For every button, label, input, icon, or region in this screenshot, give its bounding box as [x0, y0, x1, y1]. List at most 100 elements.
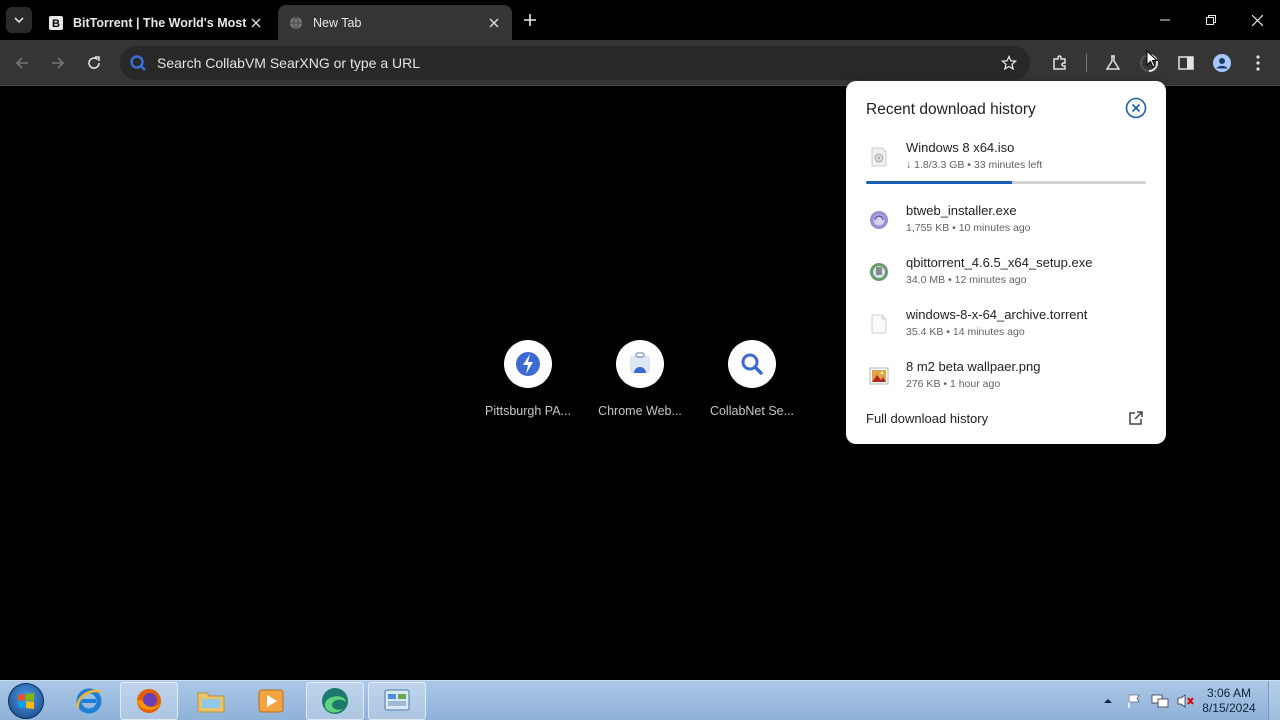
clock-time: 3:06 AM	[1206, 686, 1252, 700]
taskbar-media-player[interactable]	[242, 682, 300, 720]
qbittorrent-installer-icon	[868, 261, 890, 283]
forward-button[interactable]	[46, 51, 70, 75]
taskbar-edge[interactable]	[306, 682, 364, 720]
close-window-button[interactable]	[1234, 0, 1280, 40]
clock-date: 8/15/2024	[1202, 701, 1256, 715]
control-panel-icon	[384, 689, 410, 711]
back-button[interactable]	[10, 51, 34, 75]
kebab-menu-icon	[1256, 55, 1260, 71]
download-file-meta: 34.0 MB • 12 minutes ago	[906, 274, 1027, 286]
shortcut-label: CollabNet Se...	[709, 404, 795, 418]
action-center-flag-icon[interactable]	[1124, 691, 1144, 711]
shortcut-label: Chrome Web...	[598, 404, 682, 418]
btweb-installer-icon	[868, 209, 890, 231]
close-tab-icon[interactable]	[486, 15, 502, 31]
search-engine-icon	[128, 53, 148, 73]
address-bar-placeholder: Search CollabVM SearXNG or type a URL	[157, 55, 420, 71]
media-player-icon	[258, 689, 284, 713]
plus-icon	[524, 14, 536, 26]
download-item[interactable]: 8 m2 beta wallpaer.png 276 KB • 1 hour a…	[866, 359, 1146, 399]
menu-button[interactable]	[1246, 51, 1270, 75]
restore-icon	[1206, 15, 1216, 25]
taskbar: 3:06 AM 8/15/2024	[0, 680, 1280, 720]
close-icon	[1251, 14, 1263, 26]
download-file-meta: 276 KB • 1 hour ago	[906, 378, 1001, 390]
bookmark-star-button[interactable]	[994, 48, 1024, 78]
taskbar-internet-explorer[interactable]	[60, 682, 118, 720]
avatar-icon	[1213, 54, 1231, 72]
globe-icon	[288, 15, 304, 31]
download-item[interactable]: qbittorrent_4.6.5_x64_setup.exe 34.0 MB …	[866, 255, 1146, 295]
open-in-new-icon[interactable]	[1126, 408, 1146, 428]
download-file-name: windows-8-x-64_archive.torrent	[906, 307, 1088, 322]
download-file-name: Windows 8 x64.iso	[906, 140, 1015, 155]
system-clock[interactable]: 3:06 AM 8/15/2024	[1196, 686, 1262, 716]
bittorrent-favicon-icon: B	[48, 15, 64, 31]
reload-button[interactable]	[82, 51, 106, 75]
download-file-name: qbittorrent_4.6.5_x64_setup.exe	[906, 255, 1093, 270]
chrome-web-store-icon	[616, 340, 664, 388]
flask-icon	[1105, 55, 1121, 70]
download-item[interactable]: windows-8-x-64_archive.torrent 35.4 KB •…	[866, 307, 1146, 347]
taskbar-firefox[interactable]	[120, 682, 178, 720]
address-bar[interactable]: Search CollabVM SearXNG or type a URL	[120, 46, 1030, 80]
close-tab-icon[interactable]	[248, 15, 264, 31]
back-arrow-icon	[15, 57, 28, 69]
download-item[interactable]: Windows 8 x64.iso ↓ 1.8/3.3 GB • 33 minu…	[866, 140, 1146, 180]
download-file-name: btweb_installer.exe	[906, 203, 1017, 218]
minimize-button[interactable]	[1142, 0, 1188, 40]
labs-button[interactable]	[1101, 51, 1125, 75]
download-bubble: Recent download history Windows 8 x64.is…	[846, 81, 1166, 444]
download-file-meta: 1,755 KB • 10 minutes ago	[906, 222, 1031, 234]
show-desktop-button[interactable]	[1268, 681, 1280, 720]
extensions-button[interactable]	[1048, 51, 1072, 75]
shortcut-label: Pittsburgh PA...	[485, 404, 571, 418]
full-download-history-link[interactable]: Full download history	[866, 411, 988, 426]
image-file-icon	[868, 365, 890, 387]
profile-button[interactable]	[1210, 51, 1234, 75]
folder-icon	[197, 692, 225, 713]
close-circle-icon	[1125, 97, 1147, 119]
download-file-name: 8 m2 beta wallpaer.png	[906, 359, 1041, 374]
tab-title: New Tab	[313, 15, 362, 30]
restore-button[interactable]	[1188, 0, 1234, 40]
download-bubble-close-button[interactable]	[1124, 96, 1148, 120]
tab-strip: B BitTorrent | The World's Most I New Ta…	[0, 0, 1280, 40]
taskbar-file-explorer[interactable]	[182, 682, 240, 720]
download-file-meta: ↓ 1.8/3.3 GB • 33 minutes left	[906, 159, 1043, 171]
forward-arrow-icon	[52, 57, 65, 69]
tab-search-button[interactable]	[6, 7, 32, 33]
download-item[interactable]: btweb_installer.exe 1,755 KB • 10 minute…	[866, 203, 1146, 243]
side-panel-button[interactable]	[1174, 51, 1198, 75]
chevron-down-icon	[14, 17, 24, 24]
mouse-cursor-icon	[1146, 50, 1158, 68]
side-panel-icon	[1178, 56, 1194, 70]
network-icon[interactable]	[1150, 691, 1170, 711]
windows-logo-icon	[18, 693, 34, 709]
show-hidden-icons-icon[interactable]	[1098, 691, 1118, 711]
tab-new-tab[interactable]: New Tab	[278, 5, 512, 40]
firefox-icon	[137, 689, 161, 713]
system-tray	[1098, 687, 1202, 715]
volume-muted-icon[interactable]	[1176, 691, 1196, 711]
reload-icon	[88, 56, 100, 69]
pittsburgh-icon	[504, 340, 552, 388]
download-progress-bar	[866, 181, 1146, 184]
start-button[interactable]	[8, 683, 44, 719]
toolbar-separator	[1086, 54, 1087, 72]
iso-file-icon	[868, 146, 890, 168]
star-icon	[1001, 55, 1017, 71]
taskbar-control-panel[interactable]	[368, 682, 426, 720]
internet-explorer-icon	[76, 688, 102, 714]
shortcut-chrome-web-store[interactable]: Chrome Web...	[584, 340, 696, 418]
screen: B BitTorrent | The World's Most I New Ta…	[0, 0, 1280, 720]
edge-icon	[322, 688, 348, 714]
download-file-meta: 35.4 KB • 14 minutes ago	[906, 326, 1025, 338]
new-tab-button[interactable]	[520, 10, 540, 30]
tab-bittorrent[interactable]: B BitTorrent | The World's Most I	[38, 5, 274, 40]
window-controls	[1142, 0, 1280, 40]
svg-text:B: B	[52, 18, 60, 30]
download-progress-fill	[866, 181, 1012, 184]
shortcut-pittsburgh[interactable]: Pittsburgh PA...	[472, 340, 584, 418]
shortcut-collabnet-search[interactable]: CollabNet Se...	[696, 340, 808, 418]
